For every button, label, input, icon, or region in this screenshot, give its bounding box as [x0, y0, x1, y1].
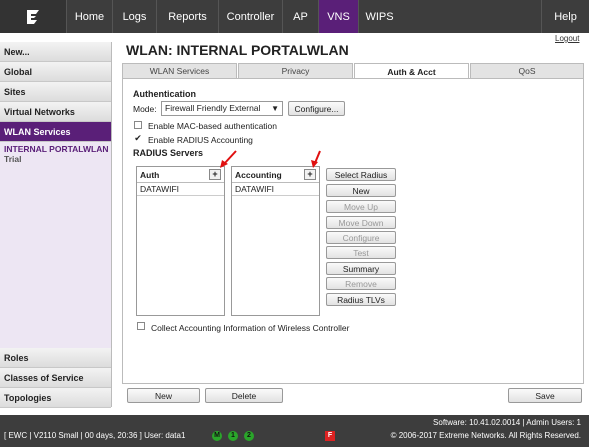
summary-button[interactable]: Summary — [326, 262, 396, 275]
sidebar-item-internal-portalwlan[interactable]: INTERNAL PORTALWLAN — [4, 144, 111, 154]
sidebar-item-global[interactable]: Global — [0, 62, 111, 82]
new-wlan-button[interactable]: New — [127, 388, 200, 403]
software-version: Software: 10.41.02.0014 | Admin Users: 1 — [433, 418, 581, 427]
collect-accounting-checkbox[interactable] — [137, 322, 145, 330]
tab-auth-acct[interactable]: Auth & Acct — [354, 63, 469, 79]
add-accounting-server-button[interactable]: + — [304, 169, 316, 180]
extreme-logo-icon — [0, 0, 66, 33]
accounting-list-header: Accounting + — [232, 167, 319, 183]
mac-auth-label: Enable MAC-based authentication — [148, 121, 277, 131]
mac-auth-checkbox[interactable] — [134, 121, 142, 129]
nav-tab-vns[interactable]: VNS — [318, 0, 358, 33]
system-status: [ EWC | V2110 Small | 00 days, 20:36 ] U… — [4, 431, 186, 440]
authentication-heading: Authentication — [133, 89, 196, 99]
remove-radius-button[interactable]: Remove — [326, 277, 396, 290]
radius-servers-heading: RADIUS Servers — [133, 148, 204, 158]
accounting-header-label: Accounting — [235, 170, 282, 180]
status-badge-2[interactable]: 2 — [244, 431, 254, 441]
status-badge-m[interactable]: M — [212, 431, 222, 441]
delete-wlan-button[interactable]: Delete — [205, 388, 283, 403]
radius-acct-label: Enable RADIUS Accounting — [148, 135, 253, 145]
move-down-button[interactable]: Move Down — [326, 216, 396, 229]
move-up-button[interactable]: Move Up — [326, 200, 396, 213]
chevron-down-icon: ▼ — [271, 104, 279, 113]
list-item[interactable]: DATAWIFI — [232, 183, 319, 196]
auth-header-label: Auth — [140, 170, 160, 180]
auth-server-list[interactable]: Auth + DATAWIFI — [136, 166, 225, 316]
nav-tab-logs[interactable]: Logs — [112, 0, 156, 33]
nav-tab-ap[interactable]: AP — [282, 0, 318, 33]
status-badge-1[interactable]: 1 — [228, 431, 238, 441]
nav-tab-home[interactable]: Home — [66, 0, 112, 33]
sidebar-item-roles[interactable]: Roles — [0, 348, 111, 368]
collect-accounting-label: Collect Accounting Information of Wirele… — [151, 323, 350, 333]
sidebar-item-classes-of-service[interactable]: Classes of Service — [0, 368, 111, 388]
sidebar-item-sites[interactable]: Sites — [0, 82, 111, 102]
mode-select[interactable]: Firewall Friendly External ▼ — [161, 101, 283, 116]
tab-qos[interactable]: QoS — [470, 63, 584, 78]
configure-radius-button[interactable]: Configure — [326, 231, 396, 244]
tab-wlan-services[interactable]: WLAN Services — [122, 63, 237, 78]
nav-tab-wips[interactable]: WIPS — [358, 0, 400, 33]
sidebar-item-new[interactable]: New... — [0, 42, 111, 62]
red-arrow-icon — [220, 150, 237, 168]
auth-list-header: Auth + — [137, 167, 224, 183]
accounting-server-list[interactable]: Accounting + DATAWIFI — [231, 166, 320, 316]
save-button[interactable]: Save — [508, 388, 582, 403]
red-arrow-icon — [311, 150, 321, 168]
logout-link[interactable]: Logout — [555, 34, 579, 43]
sidebar-sub-panel: INTERNAL PORTALWLAN Trial — [0, 142, 111, 348]
nav-tab-help[interactable]: Help — [541, 0, 589, 33]
sidebar-item-virtual-networks[interactable]: Virtual Networks — [0, 102, 111, 122]
radius-acct-checkbox[interactable]: ✔ — [134, 134, 142, 143]
test-radius-button[interactable]: Test — [326, 246, 396, 259]
sidebar: New... Global Sites Virtual Networks WLA… — [0, 42, 112, 408]
sidebar-item-wlan-services[interactable]: WLAN Services — [0, 122, 111, 142]
status-footer: Software: 10.41.02.0014 | Admin Users: 1… — [0, 415, 589, 447]
nav-tab-controller[interactable]: Controller — [218, 0, 282, 33]
content-panel: Authentication Mode: Firewall Friendly E… — [122, 78, 584, 384]
mode-select-value: Firewall Friendly External — [165, 103, 261, 113]
copyright-text: © 2006-2017 Extreme Networks. All Rights… — [390, 431, 581, 440]
configure-mode-button[interactable]: Configure... — [288, 101, 345, 116]
select-radius-button[interactable]: Select Radius — [326, 168, 396, 181]
tab-bar: WLAN Services Privacy Auth & Acct QoS — [122, 63, 584, 79]
list-item[interactable]: DATAWIFI — [137, 183, 224, 196]
new-radius-button[interactable]: New — [326, 184, 396, 197]
radius-tlvs-button[interactable]: Radius TLVs — [326, 293, 396, 306]
add-auth-server-button[interactable]: + — [209, 169, 221, 180]
page-title: WLAN: INTERNAL PORTALWLAN — [126, 42, 349, 58]
mode-label: Mode: — [133, 104, 157, 114]
sidebar-item-trial-note: Trial — [4, 154, 22, 164]
tab-privacy[interactable]: Privacy — [238, 63, 353, 78]
nav-tab-reports[interactable]: Reports — [156, 0, 218, 33]
top-nav-bar: Home Logs Reports Controller AP VNS WIPS… — [0, 0, 589, 33]
alarm-badge[interactable]: F — [325, 431, 335, 441]
sidebar-item-topologies[interactable]: Topologies — [0, 388, 111, 408]
